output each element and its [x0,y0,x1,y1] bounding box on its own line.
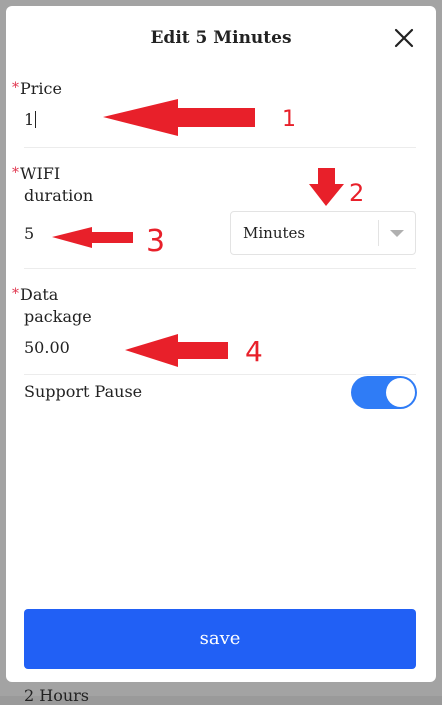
divider [24,374,416,375]
dialog-title: Edit 5 Minutes [6,28,436,48]
support-pause-label: Support Pause [24,381,142,403]
data-package-input[interactable]: 50.00 [24,338,70,357]
select-separator [378,220,379,246]
support-pause-toggle[interactable] [351,376,417,409]
required-mark: * [12,165,19,181]
required-mark: * [12,286,19,302]
data-package-label-line1: Data [20,285,58,304]
divider [24,147,416,148]
price-input[interactable]: 1 [24,110,36,129]
text-caret [35,111,36,128]
required-mark: * [12,80,19,96]
wifi-duration-input[interactable]: 5 [24,224,34,243]
data-package-label: *Data package [12,283,92,328]
duration-unit-select[interactable]: Minutes [230,211,416,255]
toggle-knob [386,378,415,407]
wifi-duration-label-line1: WIFI [20,164,60,183]
edit-dialog: Edit 5 Minutes *Price 1 *WIFI duration 5… [6,6,436,682]
price-label-text: Price [20,79,62,98]
duration-unit-value: Minutes [243,224,305,242]
price-input-value: 1 [24,110,34,129]
chevron-down-icon [390,230,404,237]
wifi-duration-label-line2: duration [12,186,93,205]
save-button[interactable]: save [24,609,416,669]
price-label: *Price [12,77,62,100]
data-package-label-line2: package [12,307,92,326]
divider [24,268,416,269]
close-icon[interactable] [392,26,416,50]
wifi-duration-label: *WIFI duration [12,162,93,207]
